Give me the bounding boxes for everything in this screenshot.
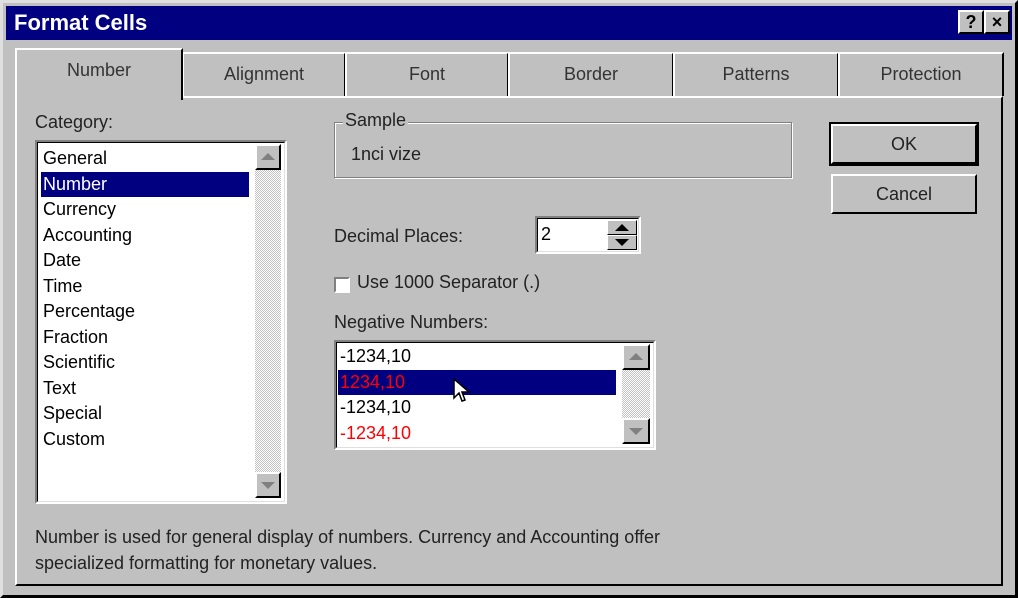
category-item-text[interactable]: Text: [41, 376, 249, 401]
negative-numbers-scrollbar[interactable]: [622, 344, 650, 444]
category-item-accounting[interactable]: Accounting: [41, 223, 249, 248]
category-item-scientific[interactable]: Scientific: [41, 350, 249, 375]
mouse-cursor-icon: [453, 378, 471, 402]
category-item-time[interactable]: Time: [41, 274, 249, 299]
cancel-button[interactable]: Cancel: [831, 174, 977, 214]
decimal-places-value: 2: [541, 224, 552, 244]
sample-value: 1nci vize: [351, 144, 422, 164]
ok-button[interactable]: OK: [829, 122, 979, 166]
tab-alignment[interactable]: Alignment: [182, 52, 346, 96]
negative-number-option[interactable]: -1234,10: [338, 421, 616, 446]
decimal-places-label: Decimal Places:: [334, 226, 464, 246]
negative-numbers-listbox[interactable]: -1234,10 1234,10 -1234,10 -1234,10: [334, 340, 656, 450]
tab-font[interactable]: Font: [345, 52, 509, 96]
category-item-special[interactable]: Special: [41, 401, 249, 426]
arrow-down-icon: [629, 428, 643, 435]
category-item-date[interactable]: Date: [41, 248, 249, 273]
arrow-up-icon: [629, 353, 643, 360]
description-line-2: specialized formatting for monetary valu…: [35, 553, 378, 573]
decimal-increment-button[interactable]: [607, 220, 637, 235]
category-label: Category:: [35, 112, 113, 133]
sample-label: Sample: [343, 110, 409, 131]
negative-scroll-down-button[interactable]: [622, 418, 650, 444]
category-item-number[interactable]: Number: [41, 171, 249, 197]
arrow-down-icon: [261, 482, 275, 489]
use-1000-separator-label[interactable]: Use 1000 Separator (.): [357, 272, 540, 293]
category-scrollbar[interactable]: [255, 144, 281, 498]
category-item-fraction[interactable]: Fraction: [41, 325, 249, 350]
tab-border[interactable]: Border: [508, 52, 674, 96]
category-item-percentage[interactable]: Percentage: [41, 299, 249, 324]
close-button[interactable]: ×: [984, 10, 1010, 34]
negative-number-option[interactable]: 1234,10: [338, 369, 616, 395]
category-listbox[interactable]: General Number Currency Accounting Date Time P…: [35, 140, 287, 504]
negative-numbers-label: Negative Numbers:: [334, 312, 489, 332]
arrow-up-icon: [261, 153, 275, 160]
arrow-down-icon: [615, 239, 629, 246]
tab-protection[interactable]: Protection: [838, 52, 1004, 96]
negative-scroll-up-button[interactable]: [622, 344, 650, 370]
category-label-text: Category:: [35, 112, 114, 132]
tab-patterns[interactable]: Patterns: [673, 52, 839, 96]
decimal-places-stepper[interactable]: 2: [535, 216, 641, 254]
category-description: Number is used for general display of nu…: [35, 524, 660, 576]
title-bar: Format Cells ? ×: [6, 6, 1012, 40]
negative-number-option[interactable]: -1234,10: [338, 344, 616, 369]
arrow-up-icon: [615, 224, 629, 231]
category-item-general[interactable]: General: [41, 146, 249, 171]
category-scroll-up-button[interactable]: [255, 144, 281, 170]
category-item-currency[interactable]: Currency: [41, 197, 249, 222]
negative-number-option[interactable]: -1234,10: [338, 395, 616, 420]
dialog-title: Format Cells: [14, 10, 148, 35]
use-1000-separator-checkbox[interactable]: [334, 277, 350, 293]
decimal-decrement-button[interactable]: [607, 235, 637, 250]
tab-number[interactable]: Number: [15, 48, 183, 100]
number-tab-panel: Category: General Number Currency Accountin…: [15, 96, 1003, 586]
category-scroll-down-button[interactable]: [255, 472, 281, 498]
help-button[interactable]: ?: [958, 10, 984, 34]
description-line-1: Number is used for general display of nu…: [35, 527, 660, 547]
category-item-custom[interactable]: Custom: [41, 427, 249, 452]
